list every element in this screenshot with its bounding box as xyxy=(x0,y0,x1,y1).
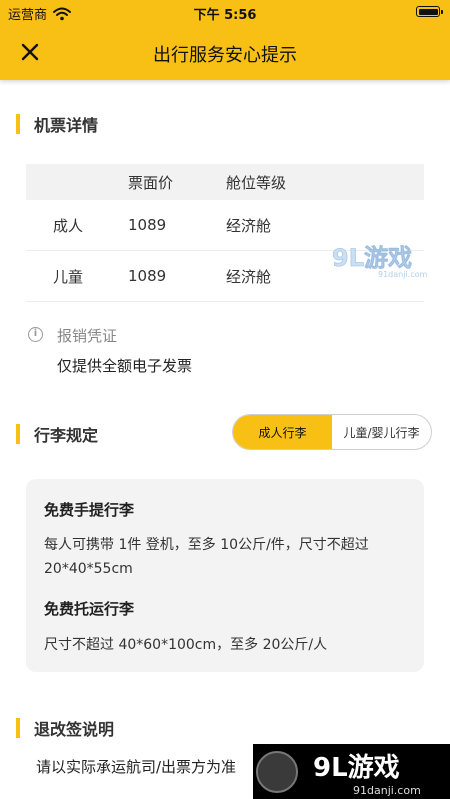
ticket-price: 1089 xyxy=(128,216,167,234)
baggage-section-title: 行李规定 xyxy=(34,426,99,445)
refund-section-heading: 退改签说明 xyxy=(16,716,114,740)
checked-baggage-text: 尺寸不超过 40*60*100cm，至多 20公斤/人 xyxy=(44,637,328,653)
reimbursement-value: 仅提供全额电子发票 xyxy=(57,357,193,375)
carry-on-text: 每人可携带 1件 登机，至多 10公斤/件，尺寸不超过 20*40*55cm xyxy=(44,537,369,577)
baggage-info-card: 免费手提行李 每人可携带 1件 登机，至多 10公斤/件，尺寸不超过 20*40… xyxy=(26,479,424,672)
checked-baggage-title: 免费托运行李 xyxy=(44,600,135,618)
status-bar: 运营商 下午 5:56 xyxy=(0,0,450,24)
svg-text:9L游戏: 9L游戏 xyxy=(332,244,412,272)
table-header-row: 票面价 舱位等级 xyxy=(26,164,424,200)
svg-text:91danji.com: 91danji.com xyxy=(353,784,421,797)
passenger-type: 成人 xyxy=(53,216,84,235)
battery-icon xyxy=(416,6,443,17)
svg-text:91danji.com: 91danji.com xyxy=(378,270,428,279)
section-accent-bar xyxy=(16,114,20,134)
refund-section-title: 退改签说明 xyxy=(34,720,115,739)
ticket-section-heading: 机票详情 xyxy=(16,112,98,136)
carry-on-title: 免费手提行李 xyxy=(44,501,135,519)
section-accent-bar xyxy=(16,424,20,444)
top-app-bar: 运营商 下午 5:56 出行服务安心提示 xyxy=(0,0,450,80)
reimbursement-label: 报销凭证 xyxy=(57,327,118,345)
cabin-class: 经济舱 xyxy=(226,216,272,235)
page-title: 出行服务安心提示 xyxy=(153,45,297,66)
watermark-banner-logo: 9L游戏 91danji.com xyxy=(256,751,421,797)
column-header-cabin: 舱位等级 xyxy=(226,173,287,192)
ticket-table: 票面价 舱位等级 成人 1089 经济舱 儿童 1089 经济舱 xyxy=(26,164,424,302)
ticket-section-title: 机票详情 xyxy=(34,116,99,135)
ticket-price: 1089 xyxy=(128,267,167,285)
svg-text:9L游戏: 9L游戏 xyxy=(313,753,400,783)
passenger-type: 儿童 xyxy=(53,267,84,286)
watermark-logo: 9L游戏 91danji.com xyxy=(332,244,428,279)
tab-child-infant-baggage[interactable]: 儿童/婴儿行李 xyxy=(332,415,431,449)
watermark-banner: 9L游戏 91danji.com xyxy=(253,744,450,799)
section-accent-bar xyxy=(16,718,20,738)
column-header-price: 票面价 xyxy=(128,173,174,192)
tab-adult-baggage[interactable]: 成人行李 xyxy=(233,415,332,449)
info-icon: i xyxy=(28,327,43,342)
refund-policy-text: 请以实际承运航司/出票方为准 xyxy=(36,758,237,776)
status-time: 下午 5:56 xyxy=(193,8,257,23)
baggage-type-toggle: 成人行李 儿童/婴儿行李 xyxy=(232,414,432,450)
baggage-section-heading: 行李规定 xyxy=(16,422,98,446)
